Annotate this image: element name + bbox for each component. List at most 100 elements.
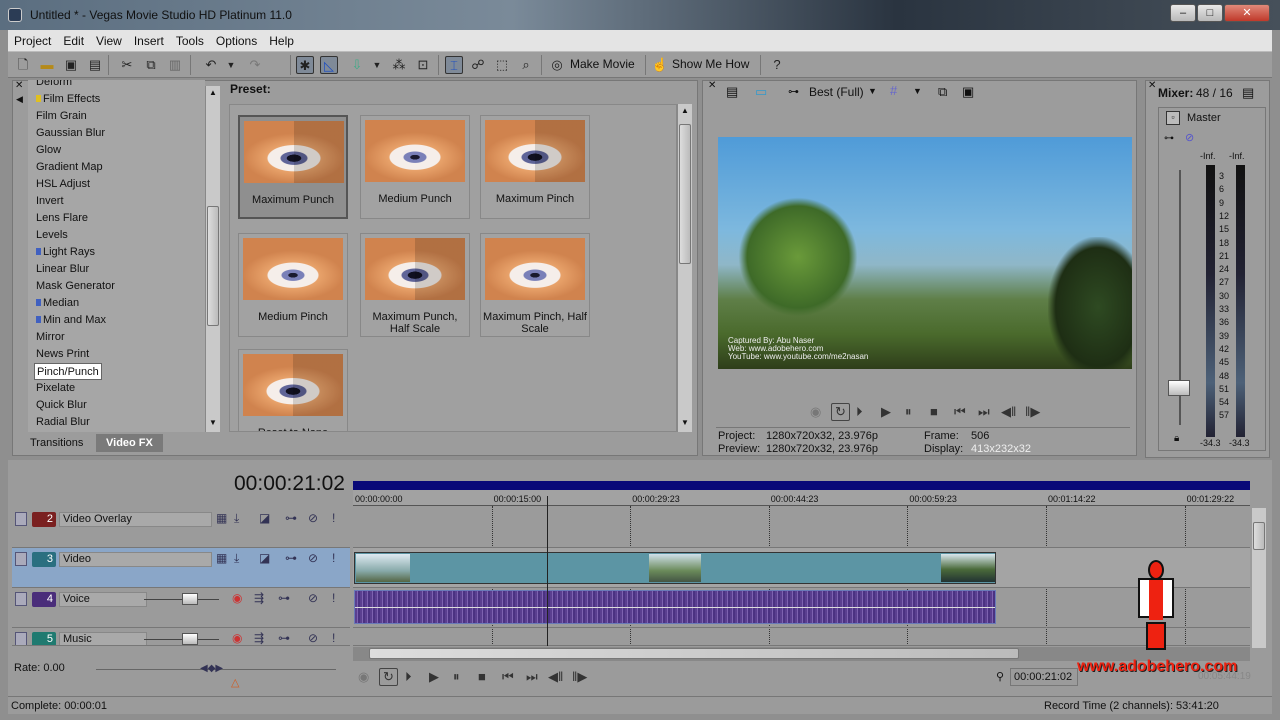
fx-item[interactable]: Min and Max xyxy=(36,312,106,329)
fx-item[interactable]: Levels xyxy=(36,227,68,244)
collapse-arrow-icon[interactable]: ◀ xyxy=(16,94,23,105)
track-name[interactable]: Voice xyxy=(59,592,147,607)
preview-quality-select[interactable]: Best (Full) xyxy=(809,85,864,99)
zoom-tool-icon[interactable]: ⌕ xyxy=(517,56,535,74)
close-button[interactable]: ✕ xyxy=(1224,4,1270,22)
tab-transitions[interactable]: Transitions xyxy=(20,434,93,452)
events-icon[interactable]: ⇩ xyxy=(348,56,366,74)
minimize-button[interactable]: – xyxy=(1170,4,1196,22)
video-event[interactable] xyxy=(354,552,996,584)
mute-icon[interactable]: ⊘ xyxy=(308,631,318,645)
preset-item[interactable]: Medium Pinch xyxy=(238,233,348,337)
new-icon[interactable]: 🗋 xyxy=(14,56,32,74)
fx-item[interactable]: Mask Generator xyxy=(36,278,115,295)
arm-record-icon[interactable]: ◉ xyxy=(232,631,242,645)
previous-frame-icon[interactable]: ◀‖ xyxy=(1001,404,1016,420)
loop-region-bar[interactable] xyxy=(353,481,1250,490)
auto-ripple-icon[interactable]: ✱ xyxy=(296,56,314,74)
master-fader-handle[interactable] xyxy=(1168,380,1190,396)
rate-slider-handle[interactable]: ◀◆▶ xyxy=(200,663,223,674)
menu-help[interactable]: Help xyxy=(263,30,300,48)
fx-item[interactable]: Light Rays xyxy=(36,244,95,261)
fx-item[interactable]: Quick Blur xyxy=(36,397,87,414)
lock-icon[interactable]: 🔒︎ xyxy=(1174,433,1179,444)
external-monitor-icon[interactable]: ▭ xyxy=(755,84,767,100)
track-header[interactable]: 2 Video Overlay ▦ ⤓ ◪ ⊶ ⊘! xyxy=(12,508,350,548)
fx-item[interactable]: Mirror xyxy=(36,329,65,346)
arm-record-icon[interactable]: ◉ xyxy=(232,591,242,605)
tl-play-from-start-icon[interactable]: ⏵ xyxy=(405,669,412,685)
fx-item[interactable]: Film Grain xyxy=(36,108,87,125)
copy-icon[interactable]: ⧉ xyxy=(142,56,160,74)
preset-item[interactable]: Maximum Punch xyxy=(238,115,348,219)
preset-scrollbar[interactable]: ▲ ▼ xyxy=(677,104,692,432)
track-collapse-icon[interactable] xyxy=(15,632,27,645)
tl-pause-icon[interactable]: ⏸ xyxy=(453,669,460,685)
preset-item[interactable]: Maximum Pinch, Half Scale xyxy=(480,233,590,337)
next-frame-icon[interactable]: ‖▶ xyxy=(1025,404,1040,420)
quality-dropdown-icon[interactable]: ▼ xyxy=(868,86,877,96)
tl-stop-icon[interactable]: ■ xyxy=(478,669,486,684)
play-icon[interactable]: ▶ xyxy=(881,404,891,420)
mute-icon[interactable]: ⊘ xyxy=(1185,131,1194,144)
selection-tool-icon[interactable]: ⬚ xyxy=(493,56,511,74)
fx-item[interactable]: Gaussian Blur xyxy=(36,125,105,142)
fx-item[interactable]: Glow xyxy=(36,142,61,159)
tl-loop-icon[interactable]: ↻ xyxy=(379,668,398,686)
solo-icon[interactable]: ! xyxy=(332,551,335,565)
overlays-dropdown-icon[interactable]: ▼ xyxy=(913,86,922,96)
show-me-how-icon[interactable]: ☝ xyxy=(651,56,669,74)
pause-icon[interactable]: ⏸ xyxy=(905,404,912,420)
fx-item[interactable]: Film Effects xyxy=(36,91,100,108)
preview-properties-icon[interactable]: ▤ xyxy=(726,84,738,100)
compositing-icon[interactable]: ⤓ xyxy=(234,551,239,566)
volume-slider-handle[interactable] xyxy=(182,633,198,645)
fx-item[interactable]: Pinch/Punch xyxy=(34,363,102,380)
loop-icon[interactable]: ↻ xyxy=(831,403,850,421)
fx-item[interactable]: HSL Adjust xyxy=(36,176,90,193)
fx-item[interactable]: News Print xyxy=(36,346,89,363)
envelope-tool-icon[interactable]: ☍ xyxy=(469,56,487,74)
copy-snapshot-icon[interactable]: ⧉ xyxy=(938,84,947,100)
properties-icon[interactable]: ▤ xyxy=(86,56,104,74)
tl-go-to-start-icon[interactable]: ⏮ xyxy=(502,669,514,685)
fx-item[interactable]: Linear Blur xyxy=(36,261,89,278)
track-fx-icon[interactable]: ⊶ xyxy=(278,631,290,645)
fx-item[interactable]: Median xyxy=(36,295,79,312)
tl-record-icon[interactable]: ◉ xyxy=(358,669,369,685)
go-to-start-icon[interactable]: ⏮ xyxy=(954,404,966,420)
lock-icon[interactable]: ⊡ xyxy=(414,56,432,74)
normal-edit-tool-icon[interactable]: ⌶ xyxy=(445,56,463,74)
track-name[interactable]: Video Overlay xyxy=(59,512,212,527)
track-fx-icon[interactable]: ⊶ xyxy=(278,591,290,605)
motion-icon[interactable]: ◪ xyxy=(259,511,270,525)
menu-view[interactable]: View xyxy=(90,30,128,48)
mute-icon[interactable]: ⊘ xyxy=(308,511,318,525)
events-dropdown-icon[interactable]: ▼ xyxy=(368,56,386,74)
compositing-icon[interactable]: ⤓ xyxy=(234,511,239,526)
fx-item[interactable]: Radial Blur xyxy=(36,414,90,431)
timeline-vscrollbar[interactable] xyxy=(1252,508,1266,648)
group-icon[interactable]: ⁂ xyxy=(390,56,408,74)
save-icon[interactable]: ▣ xyxy=(62,56,80,74)
mixer-properties-icon[interactable]: ▤ xyxy=(1242,85,1254,101)
close-preview-icon[interactable]: ✕ xyxy=(708,80,716,91)
track-header[interactable]: 3 Video ▦ ⤓ ◪ ⊶ ⊘! xyxy=(12,548,350,588)
preset-item[interactable]: Medium Punch xyxy=(360,115,470,219)
show-me-how-button[interactable]: Show Me How xyxy=(672,57,749,71)
track-split-icon[interactable]: ⊶ xyxy=(285,551,297,565)
maximize-button[interactable]: □ xyxy=(1197,4,1223,22)
menu-tools[interactable]: Tools xyxy=(170,30,210,48)
tab-video-fx[interactable]: Video FX xyxy=(96,434,163,452)
tl-play-icon[interactable]: ▶ xyxy=(429,669,439,685)
volume-slider-handle[interactable] xyxy=(182,593,198,605)
undo-icon[interactable]: ↶ xyxy=(202,56,220,74)
scroll-thumb[interactable] xyxy=(207,206,219,326)
undo-dropdown-icon[interactable]: ▼ xyxy=(222,56,240,74)
tl-next-frame-icon[interactable]: ‖▶ xyxy=(572,669,587,685)
make-movie-icon[interactable]: ◎ xyxy=(548,56,566,74)
lane-music[interactable] xyxy=(353,628,1250,646)
track-collapse-icon[interactable] xyxy=(15,512,27,526)
solo-icon[interactable]: ! xyxy=(332,511,335,525)
paste-icon[interactable]: ▥ xyxy=(166,56,184,74)
